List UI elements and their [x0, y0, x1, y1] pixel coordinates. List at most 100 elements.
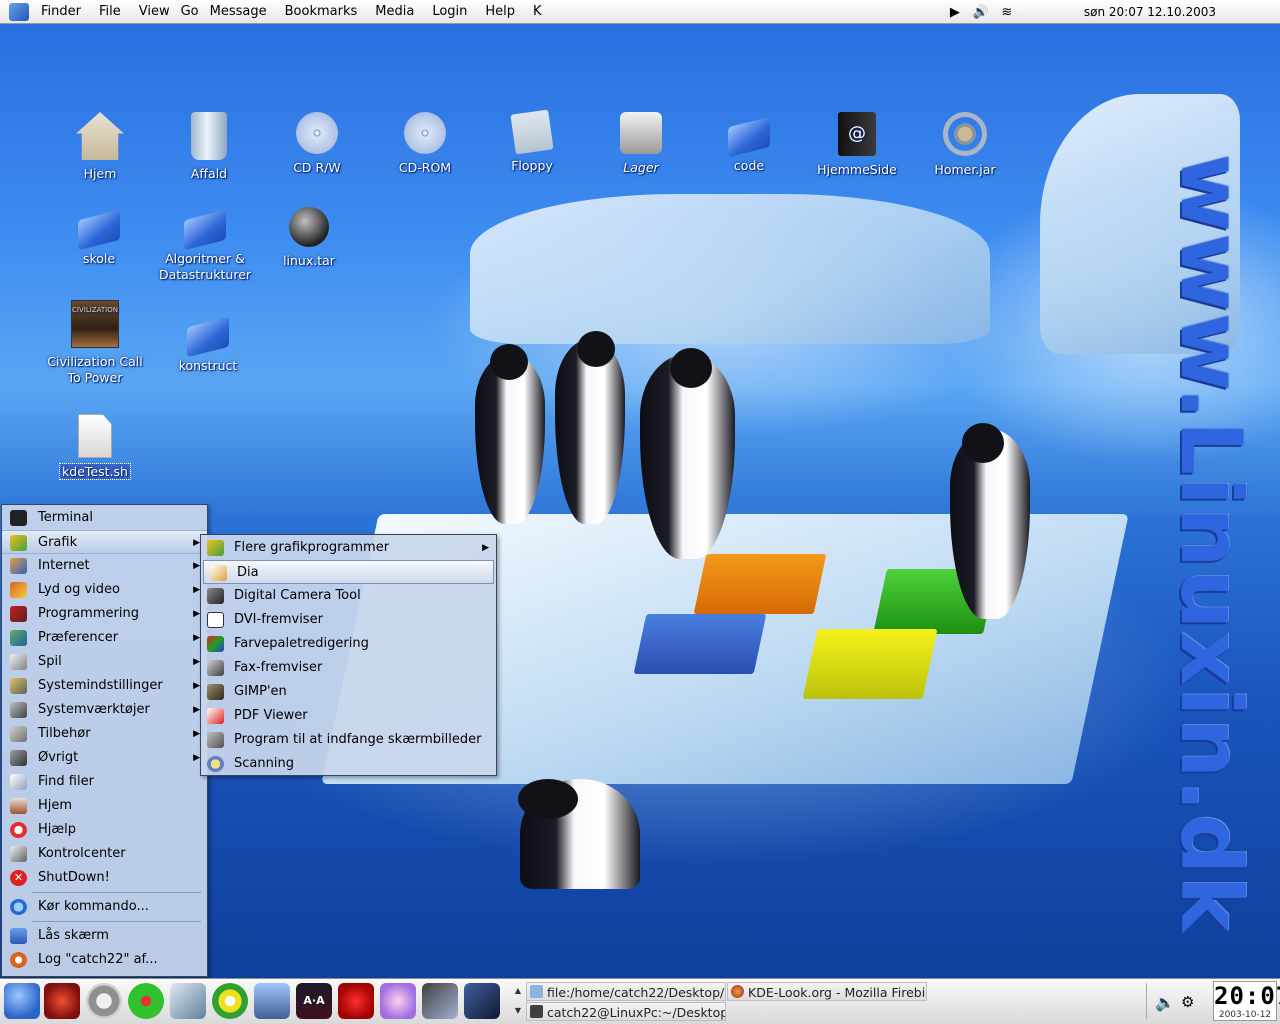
kmenu-item-hjaelp[interactable]: Hjælp [2, 818, 207, 842]
desktop-icon-linux-tar[interactable]: linux.tar [254, 207, 364, 269]
desktop-icon-civilization[interactable]: CIVILIZATION Civilization Call To Power [40, 300, 150, 386]
menu-help[interactable]: Help [476, 0, 524, 24]
kmenu-item-systemindstillinger[interactable]: Systemindstillinger ▶ [2, 674, 207, 698]
color-palette-icon [207, 636, 224, 652]
submenu-item-gimp[interactable]: GIMP'en [201, 680, 496, 704]
desktop-icon-lager[interactable]: Lager [586, 112, 696, 176]
submenu-item-scanning[interactable]: Scanning [201, 752, 496, 776]
kmenu-item-hjem[interactable]: Hjem [2, 794, 207, 818]
kmenu-item-praeferencer[interactable]: Præferencer ▶ [2, 626, 207, 650]
submenu-item-dia[interactable]: Dia [203, 560, 494, 584]
submenu-arrow-icon: ▶ [193, 609, 200, 619]
taskbar-clock[interactable]: 20:07 2003-10-12 [1213, 981, 1280, 1021]
kmenu-item-grafik[interactable]: Grafik ▶ [2, 530, 207, 554]
games-icon [10, 654, 27, 670]
submenu-item-flere-grafikprogrammer[interactable]: Flere grafikprogrammer ▶ [201, 536, 496, 560]
desktop-icon-algoritmer[interactable]: Algoritmer & Datastrukturer [150, 205, 260, 283]
desktop-icon-hjem[interactable]: Hjem [45, 112, 155, 182]
kmenu-item-terminal[interactable]: Terminal [2, 506, 207, 530]
top-menubar: Finder File View Go Message Bookmarks Me… [0, 0, 1280, 24]
penguin-figure [518, 779, 640, 889]
volume-icon[interactable]: 🔊 [973, 4, 989, 20]
find-files-icon [10, 774, 27, 790]
cube-icon[interactable] [464, 983, 500, 1019]
monitor-icon[interactable] [254, 983, 290, 1019]
kmenu-item-label: Lås skærm [38, 928, 109, 943]
desktop-icon-affald[interactable]: Affald [154, 112, 264, 182]
logout-icon [10, 952, 27, 968]
menubar-clock[interactable]: søn 20:07 12.10.2003 [1084, 5, 1216, 19]
menu-finder[interactable]: Finder [32, 0, 90, 24]
kmenu-item-lyd-og-video[interactable]: Lyd og video ▶ [2, 578, 207, 602]
menu-separator [32, 892, 201, 893]
desktop-icon-hjemmeside[interactable]: @ HjemmeSide [802, 112, 912, 178]
kmenu-item-koer-kommando[interactable]: Kør kommando... [2, 895, 207, 919]
task-button-firebird[interactable]: KDE-Look.org - Mozilla Firebir [727, 982, 927, 1001]
submenu-item-dvi-fremviser[interactable]: DVI-fremviser [201, 608, 496, 632]
kmenu-item-kontrolcenter[interactable]: Kontrolcenter [2, 842, 207, 866]
kmenu-item-internet[interactable]: Internet ▶ [2, 554, 207, 578]
desktop-icon-label: Homer.jar [934, 162, 996, 177]
kmenu-item-label: Kontrolcenter [38, 846, 126, 861]
menu-k[interactable]: K [524, 0, 551, 24]
submenu-item-label: Farvepaletredigering [234, 636, 369, 651]
kmenu-item-find-filer[interactable]: Find filer [2, 770, 207, 794]
kmenu-item-tilbehoer[interactable]: Tilbehør ▶ [2, 722, 207, 746]
kmenu-item-shutdown[interactable]: ✕ ShutDown! [2, 866, 207, 890]
menu-file[interactable]: File [90, 0, 130, 24]
submenu-item-screenshot[interactable]: Program til at indfange skærmbilleder [201, 728, 496, 752]
kmenu-item-label: Terminal [38, 510, 93, 525]
preferences-icon [10, 630, 27, 646]
kmenu-item-label: Systemværktøjer [38, 702, 150, 717]
icq-icon[interactable] [128, 983, 164, 1019]
kmenu-item-systemvaerktoejer[interactable]: Systemværktøjer ▶ [2, 698, 207, 722]
kmenu-item-label: Find filer [38, 774, 94, 789]
task-scroll-up-icon[interactable]: ▲ [512, 981, 524, 1000]
finder-icon[interactable] [9, 2, 29, 21]
desktop-icon-cd-rw[interactable]: CD R/W [262, 112, 372, 176]
desktop-icon-kdetest-sh[interactable]: kdeTest.sh [40, 414, 150, 480]
virgin-radio-icon[interactable] [338, 983, 374, 1019]
desktop-icon-floppy[interactable]: Floppy [477, 109, 587, 174]
submenu-item-pdf-viewer[interactable]: PDF Viewer [201, 704, 496, 728]
folder-icon [728, 116, 770, 158]
kmenu-item-label: Systemindstillinger [38, 678, 163, 693]
kmenu-item-programmering[interactable]: Programmering ▶ [2, 602, 207, 626]
video-icon[interactable] [422, 983, 458, 1019]
task-scroll-down-icon[interactable]: ▼ [512, 1001, 524, 1020]
font-icon[interactable]: A·A [296, 983, 332, 1019]
menu-go[interactable]: Go [179, 0, 201, 24]
submenu-item-fax-fremviser[interactable]: Fax-fremviser [201, 656, 496, 680]
apple-menu-icon[interactable] [4, 983, 40, 1019]
settings-icon[interactable]: ⚙ [1181, 993, 1194, 1011]
desktop-icon-cd-rom[interactable]: CD-ROM [370, 112, 480, 176]
desktop-icon-homer-jar[interactable]: Homer.jar [910, 112, 1020, 178]
play-icon[interactable]: ▶ [947, 4, 963, 20]
task-button-terminal[interactable]: catch22@LinuxPc:~/Desktop/ [526, 1002, 726, 1021]
submenu-item-digital-camera-tool[interactable]: Digital Camera Tool [201, 584, 496, 608]
menu-login[interactable]: Login [423, 0, 476, 24]
submenu-item-label: Digital Camera Tool [234, 588, 361, 603]
kmenu-item-log-af[interactable]: Log "catch22" af... [2, 948, 207, 972]
desktop-icon-label: Floppy [511, 158, 553, 173]
desktop-icon-code[interactable]: code [694, 112, 804, 174]
speaker-icon[interactable] [86, 983, 122, 1019]
volume-icon[interactable]: 🔈 [1155, 993, 1175, 1012]
security-icon[interactable] [170, 983, 206, 1019]
menu-bookmarks[interactable]: Bookmarks [276, 0, 367, 24]
kmenu-item-spil[interactable]: Spil ▶ [2, 650, 207, 674]
kmenu-item-oevrigt[interactable]: Øvrigt ▶ [2, 746, 207, 770]
submenu-item-farvepaletredigering[interactable]: Farvepaletredigering [201, 632, 496, 656]
desktop-icon-konstruct[interactable]: konstruct [153, 312, 263, 374]
konqueror-icon[interactable] [44, 983, 80, 1019]
menu-message[interactable]: Message [201, 0, 276, 24]
kmenu-item-laas-skaerm[interactable]: Lås skærm [2, 924, 207, 948]
desktop-icon-skole[interactable]: skole [44, 205, 154, 267]
floppy-icon [510, 109, 554, 155]
wifi-icon[interactable]: ≋ [999, 4, 1015, 20]
task-button-file-manager[interactable]: file:/home/catch22/Desktop/kd [526, 982, 726, 1001]
menu-view[interactable]: View [130, 0, 179, 24]
butterfly-icon[interactable] [380, 983, 416, 1019]
bp-icon[interactable] [212, 983, 248, 1019]
menu-media[interactable]: Media [366, 0, 423, 24]
